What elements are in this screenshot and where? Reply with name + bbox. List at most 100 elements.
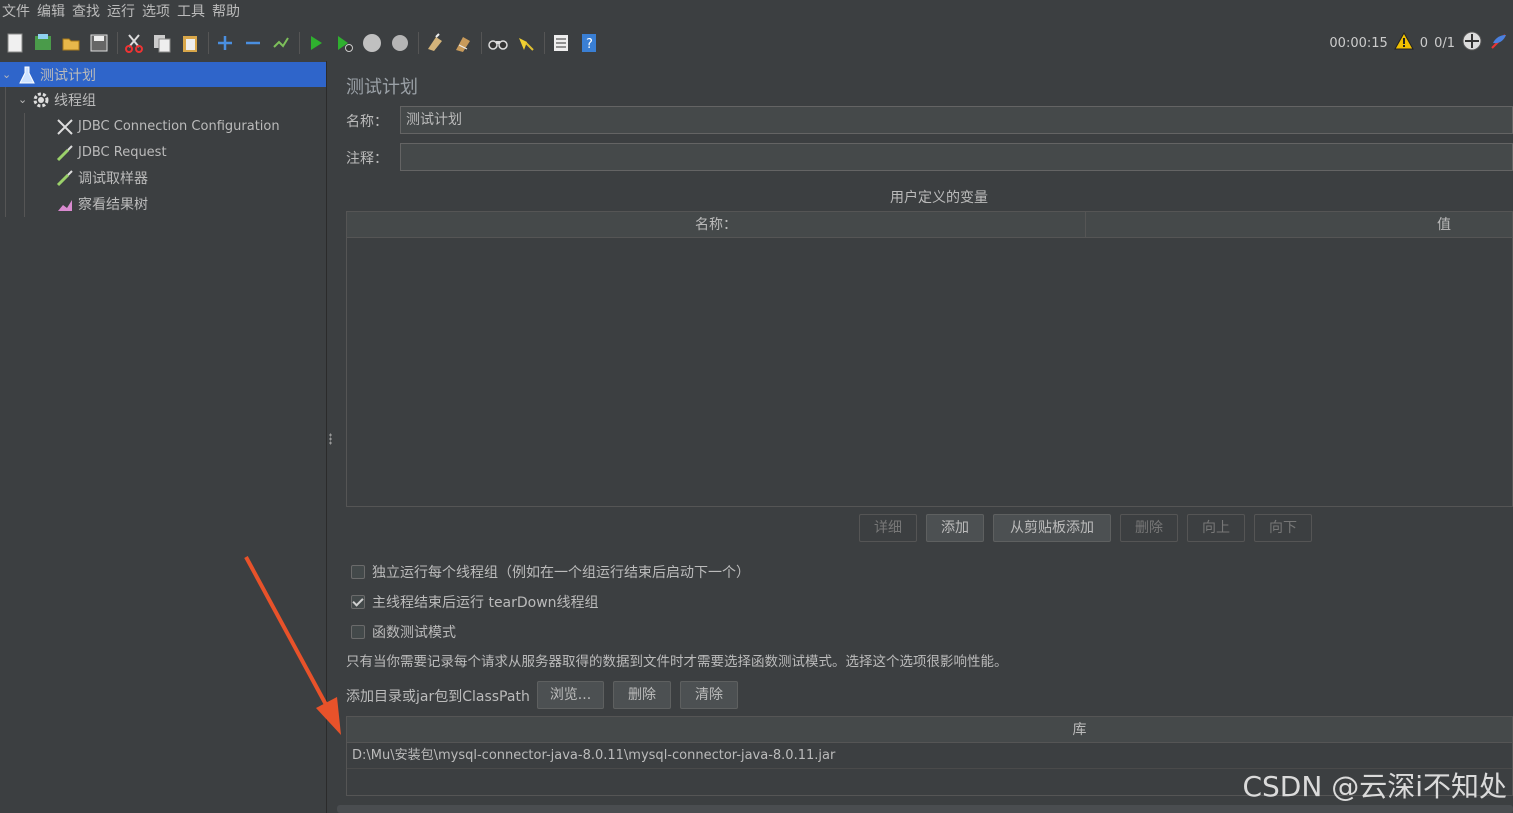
move-down-button[interactable]: 向下	[1254, 514, 1312, 542]
menu-options[interactable]: 选项	[140, 0, 175, 25]
column-header-library[interactable]: 库	[347, 717, 1512, 743]
toolbar-separator	[481, 32, 482, 54]
name-field[interactable]: 测试计划	[400, 106, 1513, 134]
tree-item-debug-sampler[interactable]: 调试取样器	[56, 165, 148, 190]
toolbar-separator	[117, 32, 118, 54]
pipette-icon	[56, 169, 74, 187]
function-helper-icon[interactable]	[549, 31, 573, 55]
user-variables-title: 用户定义的变量	[890, 190, 988, 206]
stop-icon[interactable]	[360, 31, 384, 55]
remote-icon[interactable]	[1461, 30, 1483, 56]
split-pane-divider[interactable]	[326, 61, 334, 813]
test-plan-tree: ⌄ 测试计划 ⌄ 线程组 JDBC Connection Configurati…	[0, 61, 326, 813]
functional-mode-option[interactable]: 函数测试模式	[351, 622, 456, 642]
watermark: CSDN @云深i不知处	[1242, 770, 1507, 803]
horizontal-scrollbar[interactable]	[337, 805, 1513, 813]
tree-item-label: JDBC Request	[78, 145, 167, 160]
table-header: 名称： 值	[347, 212, 1512, 238]
detail-button[interactable]: 详细	[859, 514, 917, 542]
toolbar-separator	[208, 32, 209, 54]
help-icon[interactable]: ?	[577, 31, 601, 55]
tree-guide-line	[24, 113, 25, 217]
tree-item-label: 察看结果树	[78, 196, 148, 213]
log-icon[interactable]	[1489, 31, 1509, 55]
open-icon[interactable]	[59, 31, 83, 55]
toggle-icon[interactable]	[269, 31, 293, 55]
toolbar-separator	[544, 32, 545, 54]
menu-bar: 文件 编辑 查找 运行 选项 工具 帮助	[0, 0, 1513, 25]
save-icon[interactable]	[87, 31, 111, 55]
test-plan-panel: 测试计划 名称： 测试计划 注释： 用户定义的变量 名称： 值 详细 添加 从剪…	[335, 61, 1513, 813]
reset-search-icon[interactable]	[514, 31, 538, 55]
checkbox-label: 函数测试模式	[372, 625, 456, 641]
classpath-clear-button[interactable]: 清除	[680, 681, 738, 709]
tree-item-label: 调试取样器	[78, 170, 148, 187]
templates-icon[interactable]	[31, 31, 55, 55]
add-from-clipboard-button[interactable]: 从剪贴板添加	[993, 514, 1111, 542]
tree-item-jdbc-config[interactable]: JDBC Connection Configuration	[56, 114, 280, 139]
chevron-down-icon[interactable]: ⌄	[2, 68, 16, 81]
svg-text:?: ?	[586, 37, 593, 52]
teardown-option[interactable]: 主线程结束后运行 tearDown线程组	[351, 592, 599, 612]
chart-icon	[56, 195, 74, 213]
paste-icon[interactable]	[178, 31, 202, 55]
user-variables-table[interactable]: 名称： 值	[346, 211, 1513, 507]
toolbar-separator	[418, 32, 419, 54]
checkbox-label: 独立运行每个线程组（例如在一个组运行结束后启动下一个）	[372, 565, 750, 581]
classpath-delete-button[interactable]: 删除	[613, 681, 671, 709]
comment-label: 注释：	[346, 151, 388, 167]
clear-all-icon[interactable]	[451, 31, 475, 55]
tree-item-label: 线程组	[54, 92, 96, 109]
tree-guide-line	[5, 87, 6, 217]
menu-file[interactable]: 文件	[0, 0, 35, 25]
flask-icon	[18, 66, 36, 84]
copy-icon[interactable]	[150, 31, 174, 55]
delete-button[interactable]: 删除	[1120, 514, 1178, 542]
menu-search[interactable]: 查找	[70, 0, 105, 25]
menu-edit[interactable]: 编辑	[35, 0, 70, 25]
chevron-down-icon[interactable]: ⌄	[18, 93, 32, 106]
tree-item-label: JDBC Connection Configuration	[78, 119, 280, 134]
toolbar-separator	[299, 32, 300, 54]
add-button[interactable]: 添加	[926, 514, 984, 542]
name-label: 名称：	[346, 114, 388, 130]
wrench-screwdriver-icon	[56, 118, 74, 136]
tree-item-test-plan[interactable]: ⌄ 测试计划	[0, 62, 326, 87]
menu-help[interactable]: 帮助	[210, 0, 245, 25]
column-header-value[interactable]: 值	[1086, 212, 1512, 238]
functional-mode-checkbox[interactable]	[351, 625, 365, 639]
cut-icon[interactable]	[122, 31, 146, 55]
comment-field[interactable]	[400, 143, 1513, 171]
status-area: 00:00:15 0 0/1	[1329, 27, 1509, 59]
serialize-threadgroups-option[interactable]: 独立运行每个线程组（例如在一个组运行结束后启动下一个）	[351, 562, 750, 582]
thread-count: 0/1	[1434, 35, 1455, 51]
shutdown-icon[interactable]	[388, 31, 412, 55]
splitter-grip[interactable]	[329, 433, 332, 445]
warning-icon[interactable]	[1393, 31, 1414, 54]
column-header-name[interactable]: 名称：	[347, 212, 1086, 238]
clear-icon[interactable]	[423, 31, 447, 55]
move-up-button[interactable]: 向上	[1187, 514, 1245, 542]
browse-button[interactable]: 浏览...	[537, 681, 604, 709]
menu-run[interactable]: 运行	[105, 0, 140, 25]
search-icon[interactable]	[486, 31, 510, 55]
tree-item-thread-group[interactable]: ⌄ 线程组	[18, 87, 96, 112]
tree-item-results-tree[interactable]: 察看结果树	[56, 191, 148, 216]
classpath-label: 添加目录或jar包到ClassPath	[346, 689, 530, 705]
start-icon[interactable]	[304, 31, 328, 55]
functional-mode-note: 只有当你需要记录每个请求从服务器取得的数据到文件时才需要选择函数测试模式。选择这…	[346, 654, 1008, 670]
checkbox-label: 主线程结束后运行 tearDown线程组	[372, 595, 599, 611]
new-icon[interactable]	[3, 31, 27, 55]
expand-icon[interactable]	[213, 31, 237, 55]
teardown-checkbox[interactable]	[351, 595, 365, 609]
warning-count: 0	[1419, 35, 1429, 51]
menu-tools[interactable]: 工具	[175, 0, 210, 25]
elapsed-timer: 00:00:15	[1329, 35, 1388, 51]
gear-icon	[32, 91, 50, 109]
tree-item-jdbc-request[interactable]: JDBC Request	[56, 140, 167, 165]
page-title: 测试计划	[346, 77, 418, 98]
collapse-icon[interactable]	[241, 31, 265, 55]
pipette-icon	[56, 144, 74, 162]
start-no-pause-icon[interactable]	[332, 31, 356, 55]
serialize-checkbox[interactable]	[351, 565, 365, 579]
